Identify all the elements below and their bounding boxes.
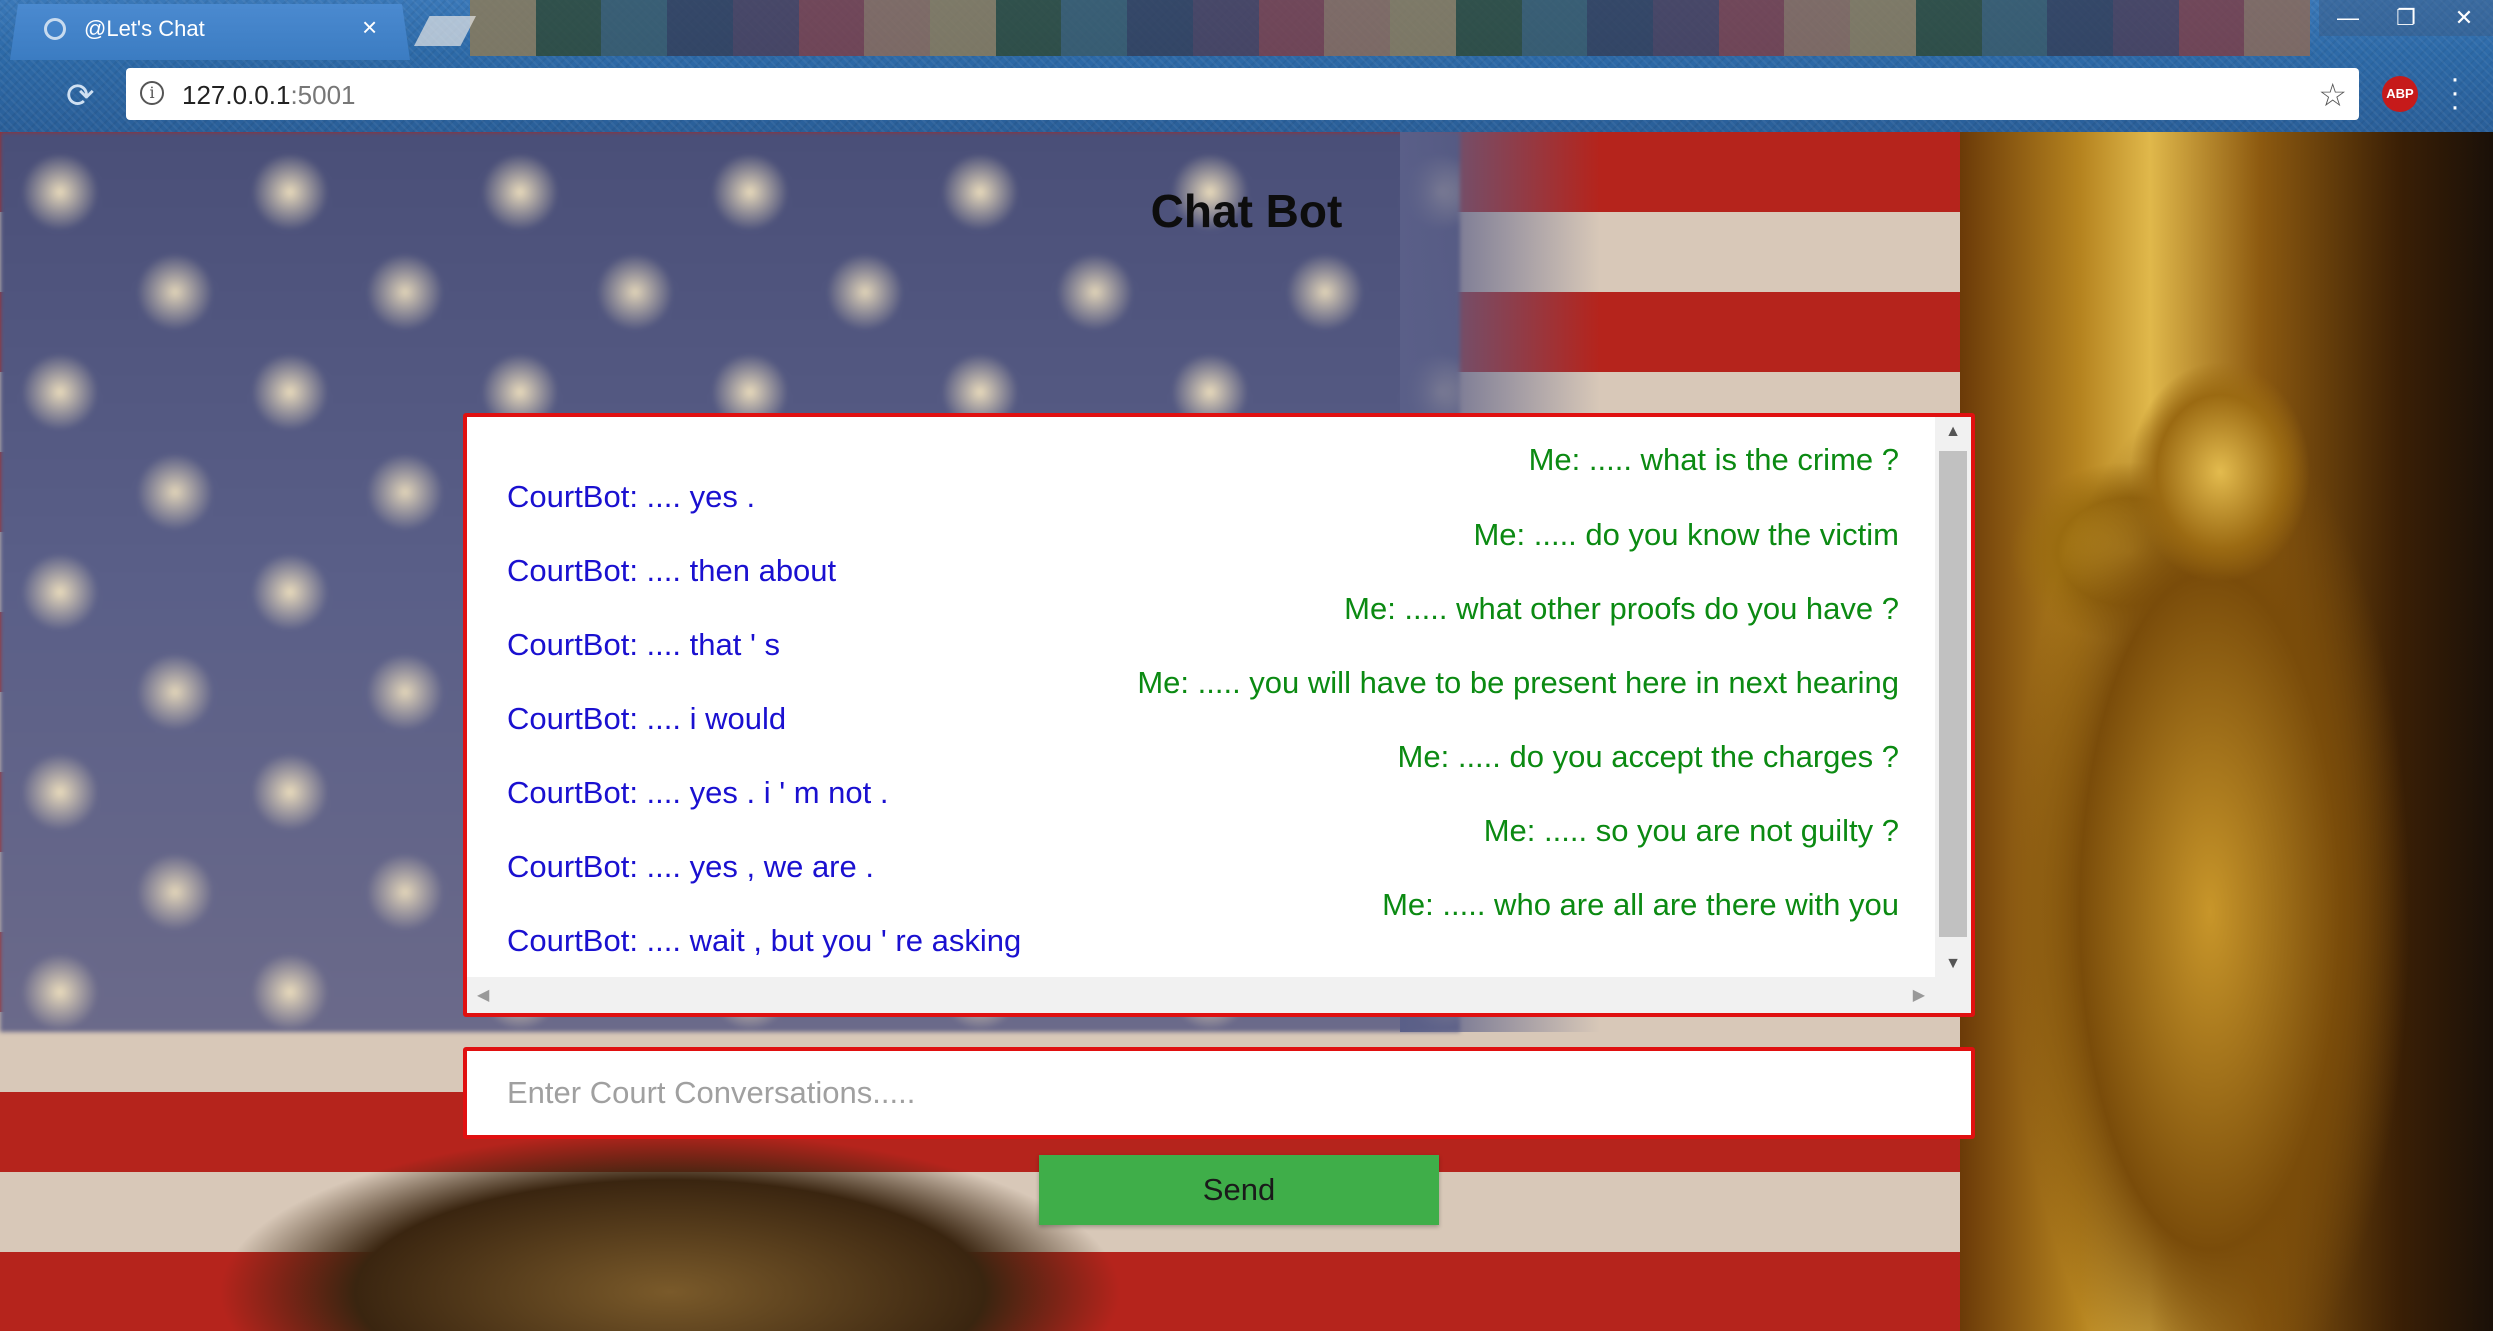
me-message: Me: ..... what is the crime ? (1528, 442, 1899, 477)
scroll-left-icon[interactable]: ◀ (477, 985, 489, 1005)
tab-lets-chat[interactable] (10, 4, 410, 60)
bot-message: CourtBot: .... yes , we are . (507, 849, 874, 884)
me-message: Me: ..... who are all are there with you (1382, 887, 1899, 922)
vertical-scrollbar[interactable]: ▲ ▼ (1935, 417, 1971, 977)
tab-strip-background (470, 0, 2311, 56)
tab-strip: @Let's Chat × — ❐ ✕ (0, 0, 2493, 60)
bookmark-star-icon[interactable]: ☆ (2318, 76, 2347, 114)
page-title: Chat Bot (1150, 185, 1343, 237)
scroll-down-icon[interactable]: ▼ (1935, 955, 1971, 973)
scroll-right-icon[interactable]: ▶ (1913, 985, 1925, 1005)
bot-message: CourtBot: .... then about (507, 553, 837, 588)
reload-icon[interactable]: ⟳ (66, 76, 95, 116)
scroll-up-icon[interactable]: ▲ (1935, 423, 1971, 441)
message-input-wrapper (463, 1047, 1975, 1139)
loading-icon (44, 18, 66, 40)
restore-icon[interactable]: ❐ (2377, 0, 2435, 36)
me-message: Me: ..... do you know the victim (1473, 517, 1899, 552)
tab-title: @Let's Chat (84, 16, 205, 41)
bot-message: CourtBot: .... wait , but you ' re askin… (507, 923, 1022, 958)
message-input[interactable] (467, 1051, 1971, 1135)
url-port: :5001 (290, 80, 356, 110)
url-host: 127.0.0.1 (182, 80, 291, 110)
browser-toolbar: ⟳ i 127.0.0.1:5001 ☆ ABP · · · (0, 60, 2493, 132)
bot-message: CourtBot: .... that ' s (507, 627, 780, 662)
new-tab-button[interactable] (414, 16, 476, 46)
bot-message: CourtBot: .... i would (507, 701, 787, 736)
me-message: Me: ..... you will have to be present he… (1137, 665, 1899, 700)
send-button[interactable]: Send (1039, 1155, 1439, 1225)
scrollbar-corner (1935, 977, 1971, 1013)
bot-message: CourtBot: .... yes . (507, 479, 756, 514)
me-message: Me: ..... what other proofs do you have … (1344, 591, 1899, 626)
chat-log[interactable]: Me: ..... what is the crime ? CourtBot: … (463, 413, 1975, 1017)
browser-chrome: @Let's Chat × — ❐ ✕ ⟳ i 127.0.0.1:5001 ☆… (0, 0, 2493, 132)
background-statue (1980, 292, 2440, 1331)
adblock-icon[interactable]: ABP (2382, 76, 2418, 112)
window-controls: — ❐ ✕ (2319, 0, 2493, 36)
minimize-icon[interactable]: — (2319, 0, 2377, 36)
tab-close-icon[interactable]: × (362, 12, 377, 43)
me-message: Me: ..... so you are not guilty ? (1483, 813, 1899, 848)
info-icon[interactable]: i (140, 81, 164, 105)
horizontal-scrollbar[interactable]: ◀ ▶ (467, 977, 1935, 1013)
page-content: Chat Bot Me: ..... what is the crime ? C… (0, 132, 2493, 1331)
url-text[interactable]: 127.0.0.1:5001 (182, 80, 356, 111)
address-bar[interactable]: i 127.0.0.1:5001 ☆ (126, 68, 2359, 120)
close-window-icon[interactable]: ✕ (2435, 0, 2493, 36)
vertical-scroll-thumb[interactable] (1939, 451, 1967, 937)
chat-messages: Me: ..... what is the crime ? CourtBot: … (467, 417, 1935, 977)
me-message: Me: ..... do you accept the charges ? (1397, 739, 1899, 774)
browser-menu-icon[interactable]: · · · (2450, 64, 2460, 122)
bot-message: CourtBot: .... yes . i ' m not . (507, 775, 889, 810)
